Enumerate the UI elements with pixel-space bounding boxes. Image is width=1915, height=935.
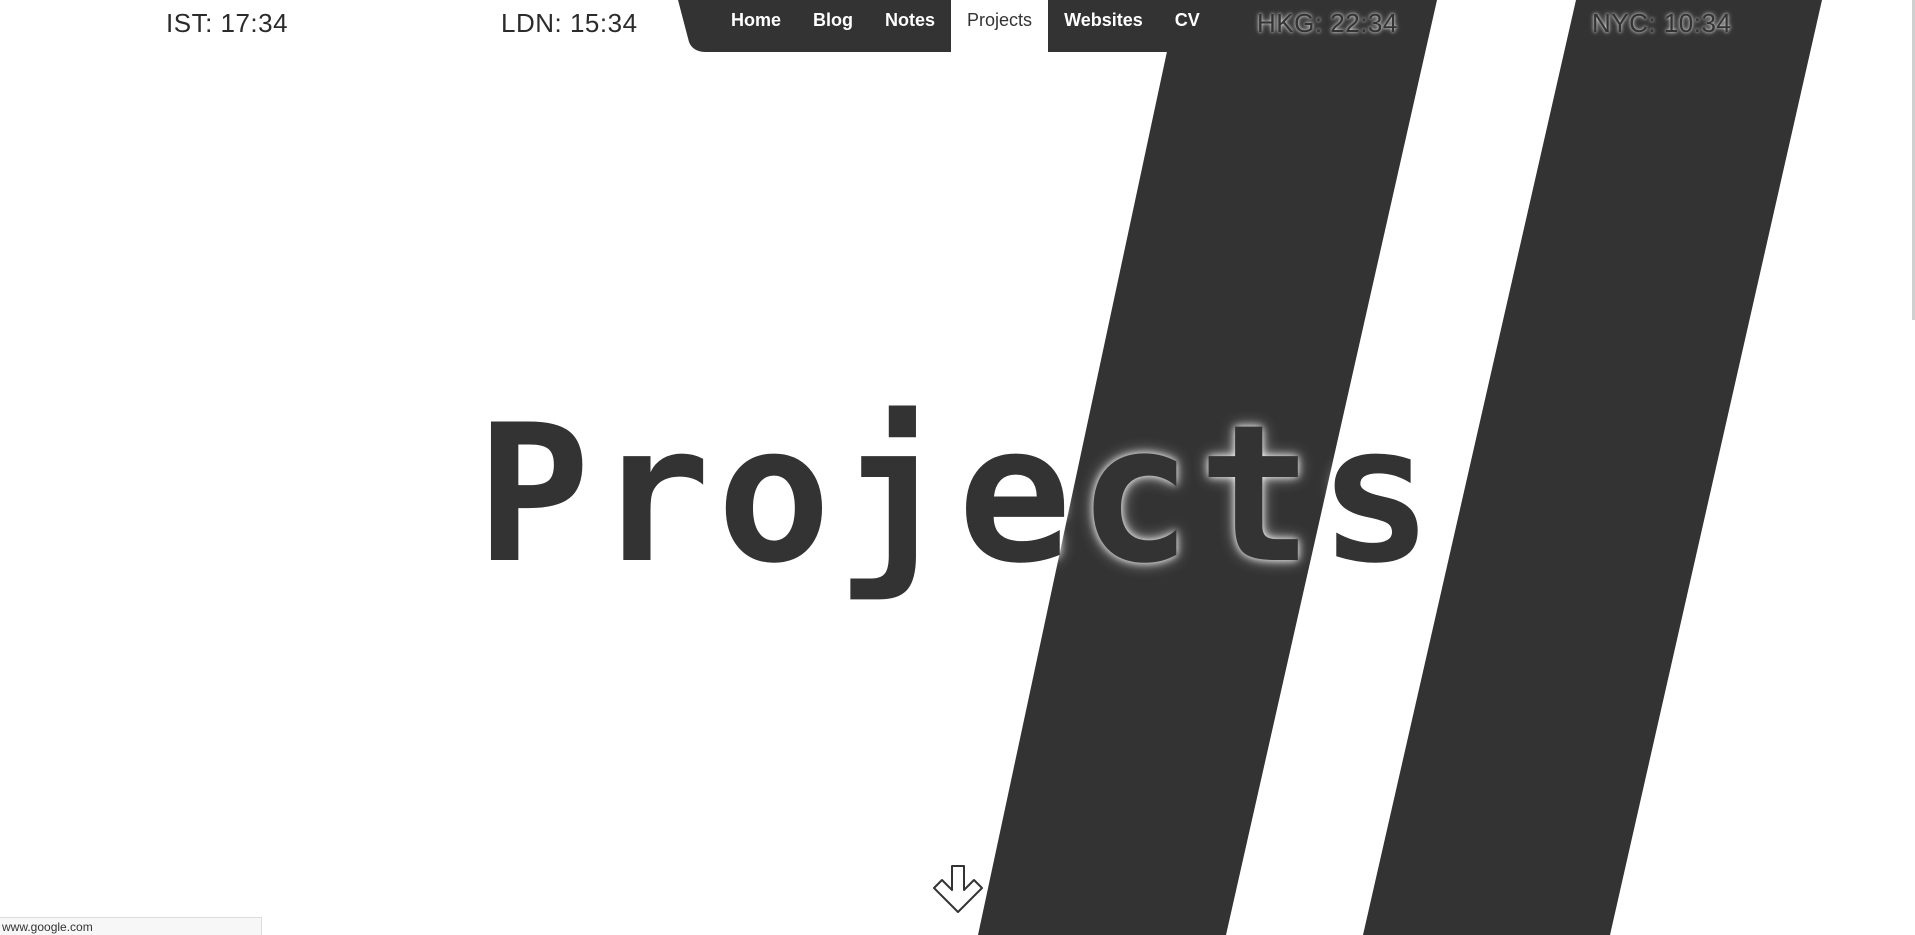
scrollbar[interactable] (1911, 0, 1915, 935)
nav-notes[interactable]: Notes (869, 0, 951, 52)
nav-projects[interactable]: Projects (951, 0, 1049, 52)
nav-blog[interactable]: Blog (797, 0, 869, 52)
projects-page: IST: 17:34 LDN: 15:34 HKG: 22:34 NYC: 10… (0, 0, 1915, 935)
status-bar-url: www.google.com (0, 917, 262, 935)
clock-ldn: LDN: 15:34 (501, 8, 638, 38)
clock-nyc: NYC: 10:34 (1592, 8, 1732, 38)
main-nav: Home Blog Notes Projects Websites CV (715, 0, 1216, 52)
clock-hkg: HKG: 22:34 (1257, 8, 1398, 38)
clock-ist: IST: 17:34 (166, 8, 289, 38)
nav-home[interactable]: Home (715, 0, 797, 52)
scroll-down-button[interactable] (930, 862, 986, 918)
nav-websites[interactable]: Websites (1048, 0, 1159, 52)
page-title: Projects (475, 384, 1440, 605)
arrow-down-icon (933, 865, 983, 913)
nav-cv[interactable]: CV (1159, 0, 1216, 52)
